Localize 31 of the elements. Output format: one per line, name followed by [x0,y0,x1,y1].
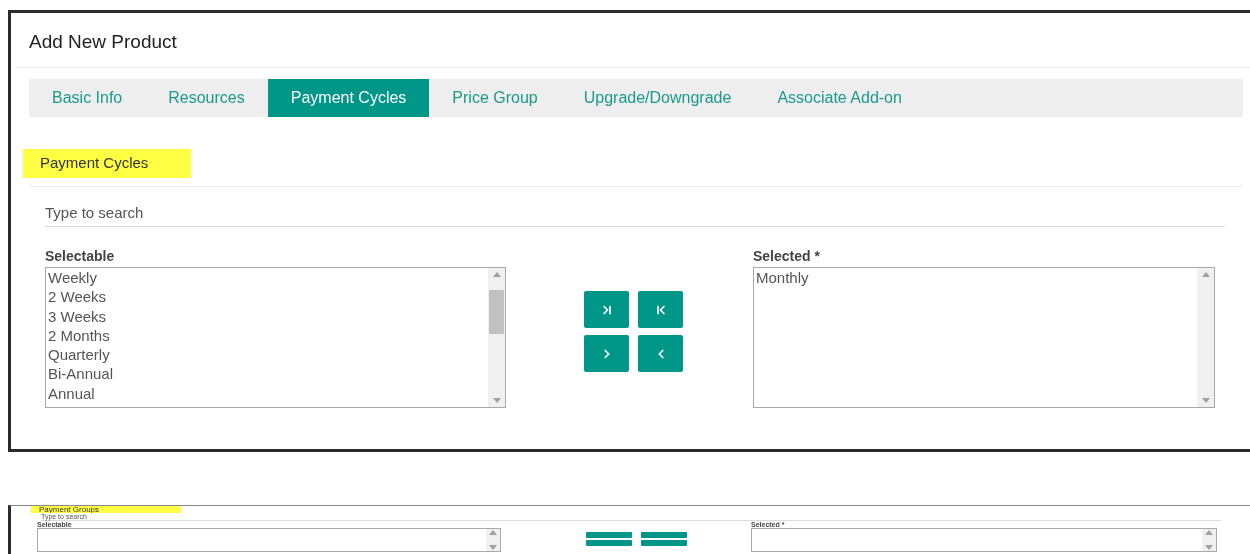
list-label: Selected * [753,247,821,265]
listbox[interactable] [751,528,1217,552]
list-option[interactable]: Monthly [756,268,1197,288]
transfer-button[interactable] [586,532,632,538]
list-option[interactable]: Bi-Annual [48,364,488,384]
list-option[interactable]: 3 Weeks [48,306,488,326]
listbox[interactable]: Monthly [753,267,1215,408]
list-option[interactable]: Quarterly [48,345,488,365]
scrollbar-icon [1202,529,1216,551]
list-label: Selectable [45,247,116,265]
panel-title: Add New Product [29,29,177,54]
listbox[interactable] [37,528,501,552]
search-field[interactable]: Type to search [45,198,1225,227]
transfer-button[interactable] [638,291,683,328]
list-option[interactable]: 2 Months [48,325,488,346]
list-option[interactable]: Weekly [48,268,488,288]
transfer-button[interactable] [584,291,629,328]
listbox[interactable]: Weekly 2 Weeks 3 Weeks 2 Months Quarterly Bi-Annual Annual [45,267,506,408]
transfer-button[interactable] [584,335,629,372]
scrollbar-icon [486,529,500,551]
list-option[interactable]: 2 Weeks [48,287,488,307]
transfer-button[interactable] [586,540,632,546]
section-heading: Payment Groups [31,506,181,513]
transfer-button[interactable] [638,335,683,372]
list-option[interactable]: Annual [48,383,488,404]
scrollbar-icon [488,268,505,407]
transfer-button[interactable] [641,540,687,546]
tab[interactable]: Payment Cycles [267,79,430,117]
section-heading: Payment Cycles [23,149,191,178]
transfer-button[interactable] [641,532,687,538]
scrollbar-icon [1197,268,1214,407]
